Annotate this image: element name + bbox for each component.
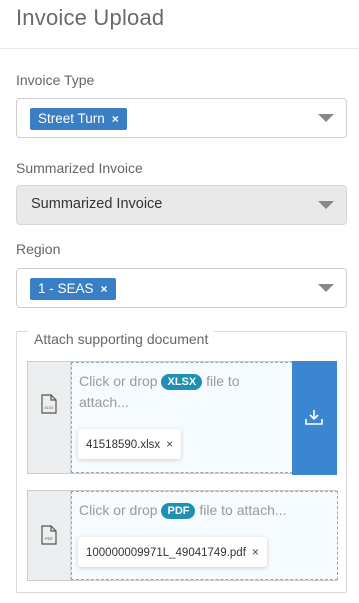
xlsx-file-chip: 41518590.xlsx × [78,429,182,459]
invoice-type-select[interactable]: Street Turn × [16,98,347,138]
invoice-type-tag: Street Turn × [30,108,127,130]
xlsx-drop-prompt: Click or drop XLSX file to attach... [79,371,289,413]
pdf-file-icon-text: PDF [45,536,54,541]
download-icon [305,410,323,425]
pdf-drop-prompt: Click or drop PDF file to attach... [79,500,287,521]
chevron-down-icon[interactable] [318,201,334,209]
xlsx-drop-area[interactable]: Click or drop XLSX file to attach... 415… [71,362,293,473]
remove-invoice-type-icon[interactable]: × [112,112,119,126]
remove-pdf-file-icon[interactable]: × [252,545,259,559]
remove-xlsx-file-icon[interactable]: × [166,437,173,451]
xlsx-prompt-before: Click or drop [79,373,158,389]
chevron-down-icon[interactable] [318,114,334,122]
remove-region-icon[interactable]: × [101,282,108,296]
attach-legend: Attach supporting document [28,331,215,347]
xlsx-file-icon: XLSX [41,394,57,414]
xlsx-file-type: XLSX [28,362,71,473]
pdf-file-name: 100000009971L_49041749.pdf [86,547,246,559]
xlsx-file-icon-text: XLSX [44,406,54,410]
pdf-prompt-before: Click or drop [79,502,158,518]
pdf-prompt-after: file to attach... [199,502,287,518]
pdf-file-chip: 100000009971L_49041749.pdf × [78,537,267,567]
pdf-dropzone[interactable]: PDF Click or drop PDF file to attach... … [27,490,338,581]
region-tag-label: 1 - SEAS [38,281,94,296]
page-title: Invoice Upload [16,5,165,30]
chevron-down-icon[interactable] [318,284,334,292]
invoice-type-label: Invoice Type [16,72,95,88]
xlsx-dropzone[interactable]: XLSX Click or drop XLSX file to attach..… [27,361,337,475]
xlsx-file-name: 41518590.xlsx [86,439,161,451]
region-tag: 1 - SEAS × [30,278,116,300]
pdf-drop-area[interactable]: Click or drop PDF file to attach... 1000… [71,491,338,580]
upload-xlsx-button[interactable] [292,361,337,475]
xlsx-format-badge: XLSX [161,374,203,390]
pdf-file-icon: PDF [41,525,57,545]
pdf-format-badge: PDF [161,503,196,519]
pdf-file-type: PDF [28,491,71,580]
region-select[interactable]: 1 - SEAS × [16,268,347,308]
header-divider [0,48,359,49]
invoice-type-tag-label: Street Turn [38,111,105,126]
summarized-invoice-select[interactable]: Summarized Invoice [16,185,347,225]
summarized-invoice-label: Summarized Invoice [16,160,143,176]
region-label: Region [16,241,61,257]
summarized-invoice-value: Summarized Invoice [31,196,163,212]
